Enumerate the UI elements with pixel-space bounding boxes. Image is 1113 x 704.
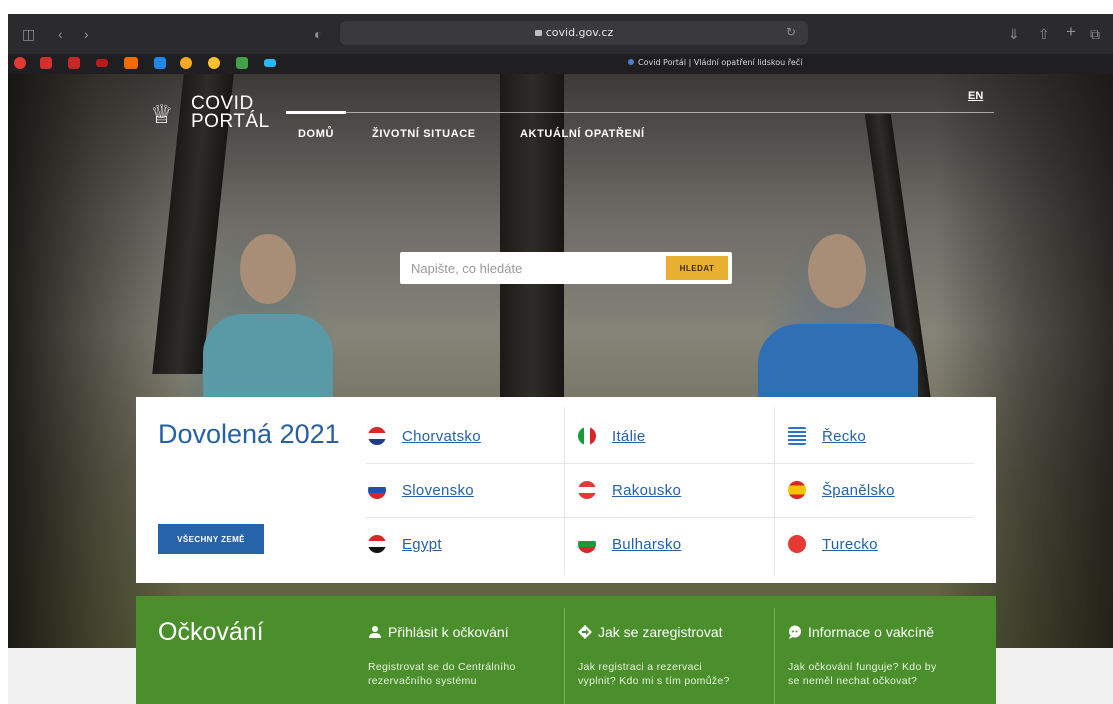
bulgaria-flag-icon bbox=[578, 535, 596, 553]
browser-toolbar: ◫ ‹ › ◐ covid.gov.cz ↻ ⇓ ⇧ + ⧉ bbox=[8, 14, 1113, 54]
tab-title: Covid Portál | Vládní opatření lidskou ř… bbox=[638, 58, 803, 67]
turkey-flag-icon bbox=[788, 535, 806, 553]
greece-flag-icon bbox=[788, 427, 806, 445]
site-logo[interactable]: COVID PORTÁL bbox=[191, 94, 270, 131]
favorite-icon[interactable] bbox=[14, 57, 26, 69]
divider bbox=[774, 608, 775, 704]
reload-icon[interactable]: ↻ bbox=[786, 25, 796, 39]
slovakia-flag-icon bbox=[368, 481, 386, 499]
favorite-icon[interactable] bbox=[96, 59, 108, 67]
favorite-icon[interactable] bbox=[124, 57, 138, 69]
vaccination-section: Očkování Přihlásit k očkování Registrova… bbox=[136, 596, 996, 704]
back-icon[interactable]: ‹ bbox=[58, 26, 63, 42]
divider bbox=[564, 608, 565, 704]
sidebar-icon[interactable]: ◫ bbox=[22, 26, 35, 42]
vaccination-how-to-register[interactable]: Jak se zaregistrovat Jak registraci a re… bbox=[578, 624, 768, 688]
share-icon[interactable]: ⇧ bbox=[1038, 26, 1050, 42]
country-link-recko[interactable]: Řecko bbox=[788, 409, 988, 463]
tree-trunk bbox=[500, 74, 564, 404]
tab-overview-icon[interactable]: ⧉ bbox=[1090, 26, 1100, 42]
favorite-icon[interactable] bbox=[236, 57, 248, 69]
new-tab-icon[interactable]: + bbox=[1066, 23, 1076, 40]
favorite-icon[interactable] bbox=[40, 57, 52, 69]
country-link-spanelsko[interactable]: Španělsko bbox=[788, 463, 988, 517]
nav-home[interactable]: DOMŮ bbox=[298, 128, 334, 140]
nav-active-indicator bbox=[286, 111, 346, 114]
vacation-title: Dovolená 2021 bbox=[158, 419, 340, 449]
egypt-flag-icon bbox=[368, 535, 386, 553]
vaccination-info-text: Jak očkování funguje? Kdo by se neměl ne… bbox=[788, 661, 937, 687]
country-link-bulharsko[interactable]: Bulharsko bbox=[578, 517, 778, 571]
austria-flag-icon bbox=[578, 481, 596, 499]
country-link-italie[interactable]: Itálie bbox=[578, 409, 778, 463]
favorite-icon[interactable] bbox=[68, 57, 80, 69]
tab-bar: Covid Portál | Vládní opatření lidskou ř… bbox=[8, 54, 1113, 74]
vaccination-how-text: Jak registraci a rezervaci vyplnit? Kdo … bbox=[578, 661, 730, 687]
search-input[interactable] bbox=[400, 252, 660, 284]
spain-flag-icon bbox=[788, 481, 806, 499]
search-box: HLEDAT bbox=[400, 252, 732, 284]
privacy-shield-icon[interactable]: ◐ bbox=[314, 26, 322, 42]
vaccination-how-heading: Jak se zaregistrovat bbox=[598, 624, 723, 640]
country-link-slovensko[interactable]: Slovensko bbox=[368, 463, 568, 517]
vaccination-info-heading: Informace o vakcíně bbox=[808, 624, 935, 640]
person-head bbox=[808, 234, 866, 308]
active-tab[interactable]: Covid Portál | Vládní opatření lidskou ř… bbox=[628, 58, 802, 67]
country-link-rakousko[interactable]: Rakousko bbox=[578, 463, 778, 517]
favorite-icon[interactable] bbox=[180, 57, 192, 69]
czech-lion-logo-icon[interactable]: ♕ bbox=[150, 97, 176, 131]
tab-favicon-icon bbox=[628, 59, 634, 65]
diamond-arrow-icon bbox=[578, 625, 592, 639]
language-switch[interactable]: EN bbox=[968, 90, 983, 102]
chat-icon bbox=[789, 625, 801, 639]
italy-flag-icon bbox=[578, 427, 596, 445]
person-head bbox=[240, 234, 296, 304]
nav-life-situations[interactable]: ŽIVOTNÍ SITUACE bbox=[372, 128, 476, 140]
person-icon bbox=[369, 626, 381, 638]
croatia-flag-icon bbox=[368, 427, 386, 445]
favorite-icon[interactable] bbox=[264, 59, 276, 67]
vaccination-info[interactable]: Informace o vakcíně Jak očkování funguje… bbox=[788, 624, 978, 688]
vaccination-register[interactable]: Přihlásit k očkování Registrovat se do C… bbox=[368, 624, 558, 688]
country-link-chorvatsko[interactable]: Chorvatsko bbox=[368, 409, 568, 463]
all-countries-button[interactable]: VŠECHNY ZEMĚ bbox=[158, 524, 264, 554]
address-bar[interactable]: covid.gov.cz ↻ bbox=[340, 21, 808, 45]
nav-current-measures[interactable]: AKTUÁLNÍ OPATŘENÍ bbox=[520, 128, 645, 140]
vaccination-register-heading: Přihlásit k očkování bbox=[388, 624, 509, 640]
nav-divider bbox=[286, 112, 994, 113]
forward-icon[interactable]: › bbox=[84, 26, 89, 42]
favorite-icon[interactable] bbox=[208, 57, 220, 69]
vaccination-register-text: Registrovat se do Centrálního rezervační… bbox=[368, 661, 516, 687]
vaccination-title: Očkování bbox=[158, 618, 264, 646]
search-button[interactable]: HLEDAT bbox=[666, 256, 728, 280]
country-link-egypt[interactable]: Egypt bbox=[368, 517, 568, 571]
download-icon[interactable]: ⇓ bbox=[1008, 26, 1020, 42]
lock-icon bbox=[534, 30, 542, 36]
favorite-icon[interactable] bbox=[154, 57, 166, 69]
vacation-card: Dovolená 2021 VŠECHNY ZEMĚ Chorvatsko It… bbox=[136, 397, 996, 583]
country-link-turecko[interactable]: Turecko bbox=[788, 517, 988, 571]
page: ♕ COVID PORTÁL EN DOMŮ ŽIVOTNÍ SITUACE A… bbox=[8, 74, 1113, 704]
url-text: covid.gov.cz bbox=[545, 26, 614, 39]
